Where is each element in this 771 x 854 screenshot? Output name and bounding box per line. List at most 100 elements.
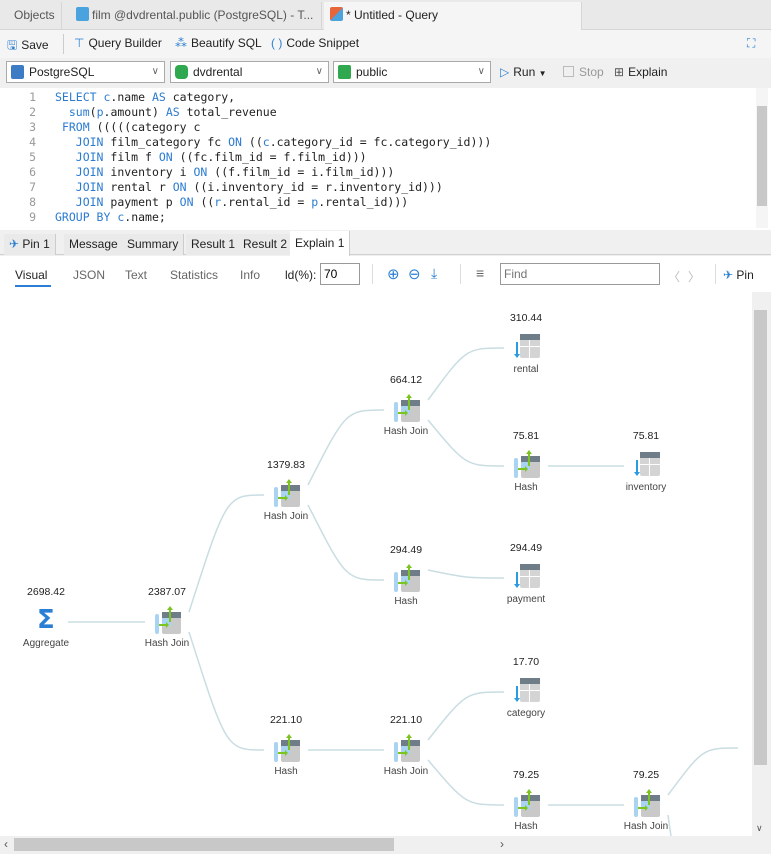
tab-untitled-query[interactable]: * Untitled - Query [324, 2, 582, 30]
scroll-down-icon[interactable]: ∨ [756, 823, 763, 834]
tab-label: Summary [127, 237, 179, 251]
node-label: payment [506, 594, 546, 605]
save-button[interactable]: 🖫 Save [7, 36, 49, 57]
maximize-icon[interactable]: ⛶ [747, 36, 755, 51]
tab-film-table[interactable]: film @dvdrental.public (PostgreSQL) - T.… [70, 2, 322, 30]
zoom-in-icon[interactable]: ⊕ [387, 265, 400, 283]
plan-node-h1[interactable]: 75.81 Hash [486, 430, 566, 500]
node-label: inventory [625, 482, 667, 493]
tab-label: Result 2 [243, 237, 288, 251]
tab-result-1[interactable]: Result 1 [186, 234, 242, 255]
ld-input[interactable] [320, 263, 360, 285]
view-tab-json[interactable]: JSON [73, 268, 105, 282]
line-number: 7 [29, 180, 36, 194]
tab-pin-1[interactable]: ✈ Pin 1 [4, 234, 56, 255]
node-label: category [506, 708, 546, 719]
tab-label: * Untitled - Query [346, 8, 439, 22]
tab-summary[interactable]: Summary [122, 234, 185, 255]
previous-icon[interactable]: 〈 [668, 268, 680, 285]
save-label: Save [21, 38, 49, 52]
view-tab-text[interactable]: Text [125, 268, 147, 282]
pin-button[interactable]: ✈ Pin [723, 268, 754, 282]
node-cost: 75.81 [512, 430, 540, 442]
hash-join-icon [634, 789, 660, 817]
node-cost: 664.12 [389, 374, 423, 386]
schema-select[interactable]: public ∨ [333, 61, 491, 83]
plan-node-hj4[interactable]: 221.10 Hash Join [366, 714, 446, 784]
view-tab-visual[interactable]: Visual [15, 268, 47, 282]
tab-result-2[interactable]: Result 2 [238, 234, 294, 255]
horizontal-scroll-thumb[interactable] [14, 838, 394, 851]
download-icon[interactable]: ⤓ [431, 265, 437, 282]
node-label: Hash Join [623, 821, 669, 832]
editor-scrollbar[interactable] [756, 88, 768, 228]
code-text: SELECT c.name AS category, [55, 90, 236, 104]
tab-message[interactable]: Message [64, 234, 124, 255]
code-text: GROUP BY c.name; [55, 210, 166, 224]
scroll-right-icon[interactable]: › [500, 837, 504, 851]
vertical-scrollbar[interactable]: ∨ [752, 292, 769, 836]
database-select[interactable]: dvdrental ∨ [170, 61, 329, 83]
plan-node-h3[interactable]: 221.10 Hash [246, 714, 326, 784]
node-label: Hash [514, 821, 538, 832]
plan-node-category[interactable]: 17.70 category [486, 656, 566, 726]
plan-node-hj1[interactable]: 2387.07 Hash Join [127, 586, 207, 656]
explain-button[interactable]: ⊞ Explain [614, 65, 667, 79]
node-label: Aggregate [22, 638, 70, 649]
sql-editor[interactable]: 1 SELECT c.name AS category, 2 sum(p.amoun… [0, 88, 771, 230]
line-number: 3 [29, 120, 36, 134]
find-input[interactable] [500, 263, 660, 285]
stop-button[interactable]: Stop [563, 65, 604, 79]
run-button[interactable]: ▷ Run ▼ [500, 65, 547, 79]
tab-explain-1[interactable]: Explain 1 [290, 231, 351, 256]
tab-label: Pin 1 [22, 237, 50, 251]
divider [372, 264, 373, 284]
magic-wand-icon: ⁂ [175, 36, 187, 50]
hash-join-icon [394, 394, 420, 422]
explain-plan-canvas[interactable]: 2698.42 Σ Aggregate 2387.07 Hash Join 1379.83… [0, 292, 752, 836]
table-scan-icon [514, 333, 540, 359]
plan-node-inventory[interactable]: 75.81 inventory [606, 430, 686, 500]
view-tab-statistics[interactable]: Statistics [170, 268, 218, 282]
tab-objects[interactable]: Objects [8, 2, 62, 30]
result-tabs: ✈ Pin 1 Message Summary Result 1 Result 2 Exp… [0, 231, 771, 256]
filter-icon[interactable]: ≡ [476, 265, 484, 281]
run-dropdown-icon[interactable]: ▼ [539, 69, 547, 78]
plan-node-hj3[interactable]: 664.12 Hash Join [366, 374, 446, 444]
table-scan-icon [514, 677, 540, 703]
code-snippet-button[interactable]: ( ) Code Snippet [271, 36, 359, 50]
code-text: JOIN payment p ON ((r.rental_id = p.rent… [75, 195, 409, 209]
tab-bar: Objects film @dvdrental.public (PostgreS… [0, 0, 771, 30]
plan-node-payment[interactable]: 294.49 payment [486, 542, 566, 612]
view-tab-info[interactable]: Info [240, 268, 260, 282]
plan-node-h4[interactable]: 79.25 Hash [486, 769, 566, 836]
next-icon[interactable]: 〉 [688, 268, 700, 285]
schema-value: public [356, 65, 388, 79]
vertical-scroll-thumb[interactable] [754, 310, 767, 765]
pin-icon: ✈ [723, 268, 734, 282]
plan-node-hj2[interactable]: 1379.83 Hash Join [246, 459, 326, 529]
plan-node-rental[interactable]: 310.44 rental [486, 312, 566, 382]
postgresql-icon [11, 65, 24, 79]
connection-value: PostgreSQL [29, 65, 95, 79]
node-label: Hash Join [263, 511, 309, 522]
connection-select[interactable]: PostgreSQL ∨ [6, 61, 165, 83]
query-builder-button[interactable]: ⊤ Query Builder [74, 36, 162, 50]
node-label: Hash [514, 482, 538, 493]
code-text: sum(p.amount) AS total_revenue [68, 105, 277, 119]
zoom-out-icon[interactable]: ⊖ [408, 265, 421, 283]
node-cost: 2698.42 [27, 586, 65, 598]
node-label: Hash Join [383, 426, 429, 437]
schema-icon [338, 65, 351, 79]
horizontal-scrollbar[interactable]: ‹ › [0, 836, 771, 854]
plan-node-agg[interactable]: 2698.42 Σ Aggregate [6, 586, 86, 656]
code-text: JOIN inventory i ON ((f.film_id = i.film… [75, 165, 395, 179]
node-cost: 17.70 [512, 656, 540, 668]
explain-toolbar: ld(%): ⊕ ⊖ ⤓ ≡ 〈 〉 ✈ Pin Visual JSON Text S… [0, 256, 771, 292]
plan-node-hj5[interactable]: 79.25 Hash Join [606, 769, 686, 836]
beautify-sql-button[interactable]: ⁂ Beautify SQL [175, 36, 262, 50]
table-scan-icon [634, 451, 660, 477]
plan-node-h2[interactable]: 294.49 Hash [366, 544, 446, 614]
scroll-left-icon[interactable]: ‹ [4, 837, 8, 851]
line-number: 1 [29, 90, 36, 104]
